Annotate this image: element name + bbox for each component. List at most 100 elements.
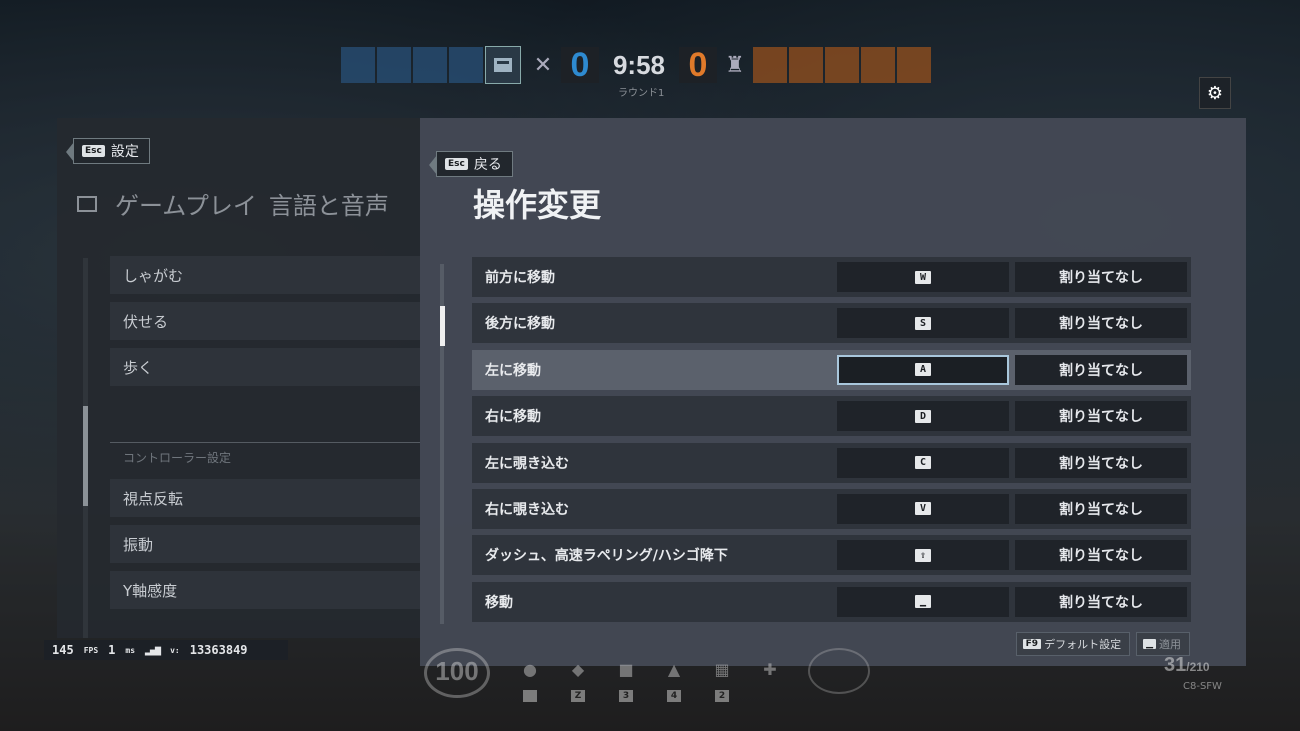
operator-portrait-icon	[485, 46, 521, 84]
secondary-key-button[interactable]: 割り当てなし	[1015, 354, 1187, 385]
team-slot	[413, 47, 447, 83]
action-label: 右に移動	[485, 409, 541, 426]
setting-item-walk[interactable]: 歩く	[110, 348, 420, 386]
settings-panel: Esc 設定 ゲームプレイ 言語と音声 しゃがむ 伏せる 歩く コントローラー設…	[57, 118, 420, 638]
settings-back-button[interactable]: Esc 設定	[66, 138, 150, 164]
key-c-icon: C	[915, 456, 931, 470]
setting-item-y-sensitivity[interactable]: Y軸感度	[110, 571, 420, 609]
settings-gear-icon[interactable]: ⚙	[1199, 77, 1231, 109]
secondary-key-button[interactable]: 割り当てなし	[1015, 540, 1187, 571]
tab-language-audio[interactable]: 言語と音声	[269, 186, 389, 221]
round-label: ラウンド1	[618, 88, 665, 99]
primary-key-button[interactable]: S	[837, 308, 1009, 339]
gadget-key: Z	[571, 690, 585, 702]
gadget-key: 3	[619, 690, 633, 702]
setting-item-vibration[interactable]: 振動	[110, 525, 420, 563]
page-title: 操作変更	[473, 186, 602, 224]
round-timer: 9:58	[612, 49, 666, 80]
setting-item-prone[interactable]: 伏せる	[110, 302, 420, 340]
secondary-key-button[interactable]: 割り当てなし	[1015, 401, 1187, 432]
team-slot	[377, 47, 411, 83]
keybinding-row-sprint[interactable]: ダッシュ、高速ラペリング/ハシゴ降下 ⇧ 割り当てなし	[472, 535, 1191, 576]
fps-value: 145	[52, 643, 74, 657]
secondary-key-button[interactable]: 割り当てなし	[1015, 586, 1187, 617]
team-slot	[825, 47, 859, 83]
primary-key-button[interactable]: D	[837, 401, 1009, 432]
orange-score: 0	[679, 47, 717, 83]
setting-item-invert-look[interactable]: 視点反転	[110, 479, 420, 517]
keybinding-row-move[interactable]: 移動 ▁ 割り当てなし	[472, 581, 1191, 622]
back-button[interactable]: Esc 戻る	[429, 151, 513, 177]
ping-value: 1	[108, 643, 116, 657]
gadget-icon: ●	[523, 660, 537, 679]
setting-item-crouch[interactable]: しゃがむ	[110, 256, 420, 294]
back-label: 設定	[110, 144, 139, 160]
action-label: 右に覗き込む	[485, 501, 569, 518]
primary-key-button[interactable]: ▁	[837, 586, 1009, 617]
primary-key-button[interactable]: W	[837, 262, 1009, 292]
performance-stats: 145 FPS 1 ms ▂▄▆ v: 13363849	[44, 640, 288, 660]
fps-unit: FPS	[83, 645, 99, 655]
signal-bars-icon: ▂▄▆	[145, 644, 161, 656]
primary-key-button[interactable]: A	[837, 354, 1009, 385]
esc-key-icon: Esc	[82, 145, 105, 157]
secondary-key-button[interactable]: 割り当てなし	[1015, 447, 1187, 478]
primary-key-button[interactable]: V	[837, 493, 1009, 524]
action-label: 左に覗き込む	[485, 455, 569, 472]
gadget-key: 4	[667, 690, 681, 702]
back-label: 戻る	[473, 157, 502, 173]
gadget-icon: ■	[618, 660, 634, 679]
ping-unit: ms	[125, 645, 136, 655]
keybinding-panel: Esc 戻る 操作変更 前方に移動 W 割り当てなし 後方に移動 S 割り当てな…	[420, 118, 1246, 666]
primary-key-button[interactable]: ⇧	[837, 540, 1009, 571]
version-value: 13363849	[189, 643, 248, 657]
blue-team-slots	[341, 47, 485, 83]
version-label: v:	[170, 645, 180, 655]
action-label: 前方に移動	[485, 270, 555, 286]
keybinding-row-left[interactable]: 左に移動 A 割り当てなし	[472, 349, 1191, 390]
blue-score: 0	[561, 47, 599, 83]
primary-key-button[interactable]: C	[837, 447, 1009, 478]
gadget-icon: ▲	[667, 660, 681, 679]
ammo-value: 31	[1164, 654, 1187, 676]
gadget-icon: ◆	[571, 660, 585, 679]
keybinding-scrollbar-thumb[interactable]	[440, 306, 445, 346]
controller-section-heading: コントローラー設定	[110, 442, 420, 466]
team-slot	[789, 47, 823, 83]
list-icon	[77, 195, 97, 212]
key-w-icon: W	[915, 270, 931, 284]
secondary-key-button[interactable]: 割り当てなし	[1015, 308, 1187, 339]
team-slot	[341, 47, 375, 83]
gadget-icon: ▦	[714, 660, 730, 679]
defenders-icon: ♜	[725, 52, 745, 78]
attackers-icon: ✕	[533, 52, 553, 78]
weapon-name: C8-SFW	[1183, 681, 1222, 692]
action-label: 後方に移動	[485, 316, 555, 333]
team-slot	[861, 47, 895, 83]
keybinding-row-backward[interactable]: 後方に移動 S 割り当てなし	[472, 303, 1191, 344]
health-readout: 100	[424, 648, 490, 698]
gadget-key: 2	[715, 690, 729, 702]
tab-gameplay[interactable]: ゲームプレイ	[115, 186, 257, 221]
keybinding-row-right[interactable]: 右に移動 D 割り当てなし	[472, 396, 1191, 437]
secondary-key-button[interactable]: 割り当てなし	[1015, 262, 1187, 292]
action-label: 移動	[485, 594, 513, 611]
keybinding-list: 前方に移動 W 割り当てなし 後方に移動 S 割り当てなし 左に移動 A 割り当…	[472, 257, 1191, 628]
keybinding-row-lean-right[interactable]: 右に覗き込む V 割り当てなし	[472, 488, 1191, 529]
settings-tabs: ゲームプレイ 言語と音声	[77, 186, 389, 221]
key-space-icon: ▁	[915, 595, 931, 609]
team-slot	[897, 47, 931, 83]
key-s-icon: S	[915, 316, 931, 330]
settings-scrollbar-thumb[interactable]	[83, 406, 88, 506]
team-slot	[449, 47, 483, 83]
key-shift-icon: ⇧	[915, 548, 931, 562]
keybinding-row-forward[interactable]: 前方に移動 W 割り当てなし	[472, 257, 1191, 297]
ammo-reserve: /210	[1186, 660, 1210, 674]
gadget-key	[523, 690, 537, 702]
secondary-key-button[interactable]: 割り当てなし	[1015, 493, 1187, 524]
team-slot	[753, 47, 787, 83]
action-label: ダッシュ、高速ラペリング/ハシゴ降下	[485, 548, 728, 565]
scoreboard: ✕ 0 9:58 0 ♜	[341, 45, 959, 85]
keybinding-row-lean-left[interactable]: 左に覗き込む C 割り当てなし	[472, 442, 1191, 483]
gadget-icon: ✚	[763, 660, 777, 679]
